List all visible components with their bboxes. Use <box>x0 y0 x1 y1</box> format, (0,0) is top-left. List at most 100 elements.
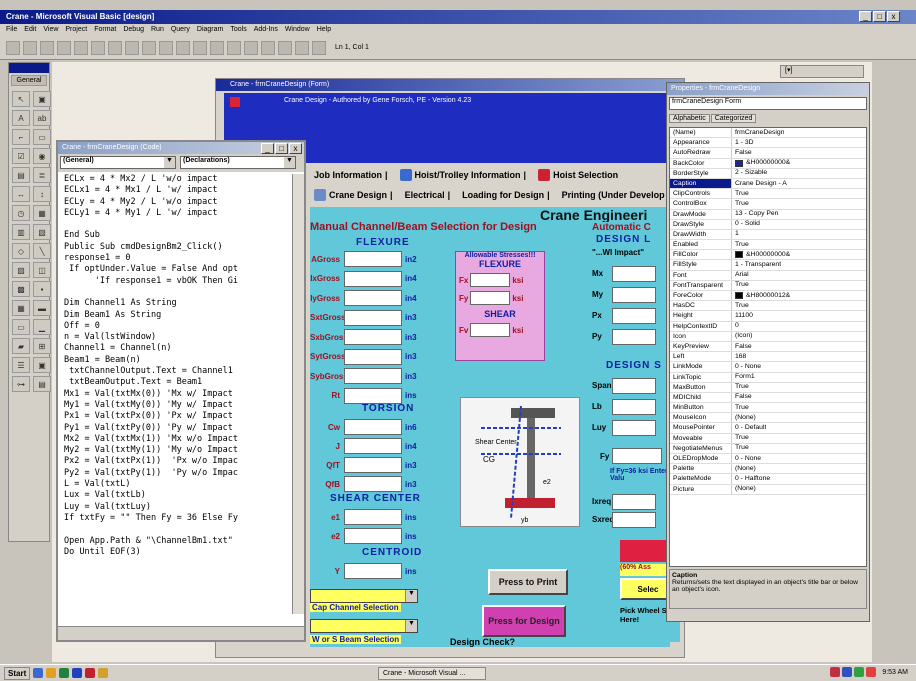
undo-icon[interactable] <box>159 40 173 55</box>
property-value[interactable]: 1 - 3D <box>732 138 754 147</box>
property-row[interactable]: HelpContextID 0 <box>670 321 866 332</box>
property-row[interactable]: DrawMode 13 - Copy Pen <box>670 209 866 220</box>
property-value[interactable]: True <box>732 281 749 290</box>
treeview-icon[interactable]: ⊞ <box>33 338 51 354</box>
input-luy[interactable] <box>612 420 656 436</box>
input-agross[interactable] <box>344 251 402 267</box>
property-value[interactable]: 168 <box>732 352 746 361</box>
menu-item-tools[interactable]: Tools <box>230 26 246 34</box>
toolbox-general-tab[interactable]: General <box>11 75 47 86</box>
property-value[interactable]: (None) <box>732 413 756 422</box>
input-lb[interactable] <box>612 399 656 415</box>
tab-hoist-trolley[interactable]: Hoist/Trolley Information | <box>396 169 531 181</box>
property-value[interactable]: (None) <box>732 485 756 494</box>
property-value[interactable]: Crane Design - A <box>732 179 787 188</box>
property-row[interactable]: DrawStyle 0 - Solid <box>670 219 866 230</box>
cap-channel-combo-top[interactable]: ▼ <box>310 589 418 603</box>
property-row[interactable]: MDIChild False <box>670 392 866 404</box>
property-row[interactable]: OLEDropMode 0 - None <box>670 454 866 465</box>
drivelist-icon[interactable]: ▦ <box>33 205 51 221</box>
menu-item-edit[interactable]: Edit <box>24 26 36 34</box>
tab-alphabetic[interactable]: Alphabetic <box>669 114 710 123</box>
property-value[interactable]: 0 - Halftone <box>732 474 770 483</box>
property-value[interactable]: 13 - Copy Pen <box>732 210 778 219</box>
fy-input[interactable] <box>470 291 511 305</box>
property-row[interactable]: FillStyle 1 - Transparent <box>670 260 866 271</box>
filelist-icon[interactable]: ▧ <box>33 224 51 240</box>
input-iygross[interactable] <box>344 290 402 306</box>
project-explorer-icon[interactable] <box>244 40 258 55</box>
code-close-button[interactable]: x <box>289 143 302 154</box>
property-row[interactable]: MousePointer 0 - Default <box>670 423 866 434</box>
object-browser-icon[interactable] <box>295 40 309 55</box>
imagecombo-icon[interactable]: ▤ <box>33 376 51 392</box>
property-row[interactable]: Moveable True <box>670 433 866 444</box>
properties-window-icon[interactable] <box>261 40 275 55</box>
input-j[interactable] <box>344 438 402 454</box>
property-row[interactable]: BackColor &H00000000& <box>670 158 866 169</box>
statusbar-icon[interactable]: ▁ <box>33 319 51 335</box>
input-qft[interactable] <box>344 457 402 473</box>
menu-item-file[interactable]: File <box>6 26 17 34</box>
end-icon[interactable] <box>227 40 241 55</box>
toolbox-icon[interactable] <box>312 40 326 55</box>
optionbutton-icon[interactable]: ◉ <box>33 148 51 164</box>
code-minimize-button[interactable]: _ <box>261 143 274 154</box>
property-value[interactable]: 2 - Sizable <box>732 169 767 178</box>
ole-icon[interactable]: ▩ <box>12 281 30 297</box>
input-rt[interactable] <box>344 387 402 404</box>
input-py[interactable] <box>612 329 656 345</box>
shape-icon[interactable]: ◇ <box>12 243 30 259</box>
properties-object-combo[interactable]: frmCraneDesign Form <box>669 97 867 110</box>
tab-loading[interactable]: Loading for Design | <box>458 190 554 200</box>
tabstrip-icon[interactable]: ▬ <box>33 300 51 316</box>
property-row[interactable]: BorderStyle 2 - Sizable <box>670 168 866 179</box>
fx-input[interactable] <box>470 273 511 287</box>
listbox-icon[interactable]: ≣ <box>33 167 51 183</box>
property-value[interactable]: True <box>732 444 749 453</box>
minimize-button[interactable]: _ <box>859 11 872 22</box>
property-row[interactable]: DrawWidth 1 <box>670 229 866 241</box>
press-for-design-button[interactable]: Press for Design <box>482 605 566 637</box>
input-mx[interactable] <box>612 266 656 282</box>
property-row[interactable]: Left 168 <box>670 352 866 363</box>
image-icon[interactable]: ▨ <box>12 262 30 278</box>
property-row[interactable]: Icon (Icon) <box>670 331 866 342</box>
checkbox-icon[interactable]: ☑ <box>12 148 30 164</box>
property-value[interactable]: &H00000000& <box>732 250 790 259</box>
menu-item-query[interactable]: Query <box>171 26 190 34</box>
menu-item-view[interactable]: View <box>43 26 58 34</box>
input-e2[interactable] <box>344 528 402 544</box>
property-row[interactable]: MaxButton True <box>670 382 866 393</box>
menu-item-window[interactable]: Window <box>285 26 310 34</box>
property-row[interactable]: MinButton True <box>670 403 866 414</box>
slider-icon[interactable]: ⊶ <box>12 376 30 392</box>
start-button[interactable]: Start <box>4 666 31 680</box>
property-value[interactable]: 11100 <box>732 311 753 320</box>
data-icon[interactable]: ◫ <box>33 262 51 278</box>
tab-job-information[interactable]: Job Information | <box>310 170 392 180</box>
input-sxbgross[interactable] <box>344 329 402 345</box>
property-value[interactable]: (Icon) <box>732 332 752 341</box>
quicklaunch-powerpoint-icon[interactable] <box>85 668 96 678</box>
property-value[interactable]: 0 - Default <box>732 423 766 432</box>
picturebox-icon[interactable]: ▣ <box>33 91 51 107</box>
listview-icon[interactable]: ☰ <box>12 357 30 373</box>
property-value[interactable]: 0 - None <box>732 362 761 371</box>
property-row[interactable]: FontTransparent True <box>670 280 866 291</box>
input-px[interactable] <box>612 308 656 324</box>
input-sxtgross[interactable] <box>344 309 402 326</box>
property-row[interactable]: ForeColor &H80000012& <box>670 291 866 302</box>
property-value[interactable]: True <box>732 301 749 310</box>
progressbar-icon[interactable]: ▰ <box>12 338 30 354</box>
property-value[interactable]: True <box>732 434 749 443</box>
property-value[interactable]: False <box>732 342 752 351</box>
tab-crane-design[interactable]: Crane Design | <box>310 189 397 201</box>
close-button[interactable]: x <box>887 11 900 22</box>
property-value[interactable]: &H80000012& <box>732 291 790 300</box>
property-row[interactable]: PaletteMode 0 - Halftone <box>670 474 866 485</box>
property-row[interactable]: NegotiateMenus True <box>670 443 866 454</box>
commandbutton-icon[interactable]: ▭ <box>33 129 51 145</box>
break-icon[interactable] <box>210 40 224 55</box>
property-value[interactable]: True <box>732 403 749 412</box>
